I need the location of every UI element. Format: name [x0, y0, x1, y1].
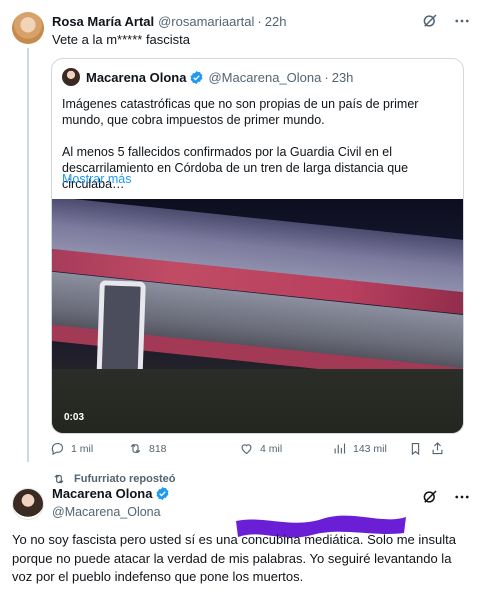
quoted-text: Imágenes catastróficas que no son propia… — [62, 96, 458, 208]
post2-text: Yo no soy fascista pero usted sí es una … — [12, 532, 456, 584]
post2-icons — [421, 488, 471, 506]
repost-icon — [130, 443, 141, 454]
post1-text: Vete a la m***** fascista — [52, 32, 191, 47]
more-icon[interactable] — [453, 12, 471, 30]
show-more-link[interactable]: Mostrar más — [62, 172, 131, 186]
quoted-paragraph-1: Imágenes catastróficas que no son propia… — [62, 97, 419, 127]
share-icon — [432, 442, 443, 455]
quoted-header: Macarena Olona @Macarena_Olona · 23h — [62, 68, 353, 86]
grok-icon[interactable] — [421, 12, 439, 30]
like-button[interactable]: 4 mil — [239, 441, 282, 456]
post2-header: Macarena Olona — [52, 486, 170, 501]
grok-icon[interactable] — [421, 488, 439, 506]
avatar-macarena[interactable] — [12, 488, 44, 520]
author-name[interactable]: Rosa María Artal — [52, 14, 154, 29]
verified-icon — [157, 486, 169, 501]
more-icon[interactable] — [453, 488, 471, 506]
post-rosa[interactable]: Rosa María Artal @rosamariaartal · 22h V… — [0, 0, 485, 462]
video-timestamp: 0:03 — [64, 412, 85, 423]
bookmark-icon — [411, 442, 420, 456]
post1-icons — [421, 12, 471, 30]
separator-dot: · — [324, 69, 329, 85]
author-handle[interactable]: @rosamariaartal — [158, 14, 254, 29]
repost-notice-text: Fufurriato reposteó — [74, 473, 176, 485]
separator-dot: · — [257, 13, 262, 29]
post-time[interactable]: 22h — [265, 14, 287, 29]
quoted-handle: @Macarena_Olona — [208, 69, 322, 85]
like-icon — [241, 444, 252, 455]
repost-small-icon — [54, 474, 64, 484]
share-button[interactable] — [430, 441, 445, 456]
action-bar: 1 mil 818 4 mil 143 mil — [50, 441, 466, 457]
quoted-author-name: Macarena Olona — [86, 69, 187, 85]
reply-icon — [51, 442, 64, 456]
quoted-post[interactable]: Macarena Olona @Macarena_Olona · 23h Imá… — [51, 58, 464, 434]
reply-button[interactable]: 1 mil — [50, 441, 93, 456]
like-count: 4 mil — [260, 442, 283, 455]
video-player[interactable]: 0:03 — [52, 199, 463, 433]
reply-count: 1 mil — [71, 442, 94, 455]
video-frame-part — [52, 369, 463, 433]
repost-notice[interactable]: Fufurriato reposteó — [52, 472, 175, 486]
avatar-macarena-small — [62, 68, 80, 86]
post1-header: Rosa María Artal @rosamariaartal · 22h — [52, 12, 286, 30]
thread-line — [27, 48, 29, 462]
repost-count: 818 — [149, 442, 167, 455]
avatar-rosa[interactable] — [12, 12, 44, 44]
post2-author-name[interactable]: Macarena Olona — [52, 486, 152, 501]
views-icon — [334, 443, 346, 454]
post2-handle[interactable]: @Macarena_Olona — [52, 505, 161, 519]
views-count: 143 mil — [353, 442, 387, 455]
verified-icon — [191, 70, 203, 84]
repost-button[interactable]: 818 — [128, 441, 167, 456]
views-button[interactable]: 143 mil — [332, 441, 387, 456]
bookmark-button[interactable] — [408, 441, 423, 456]
quoted-time: 23h — [331, 69, 354, 85]
